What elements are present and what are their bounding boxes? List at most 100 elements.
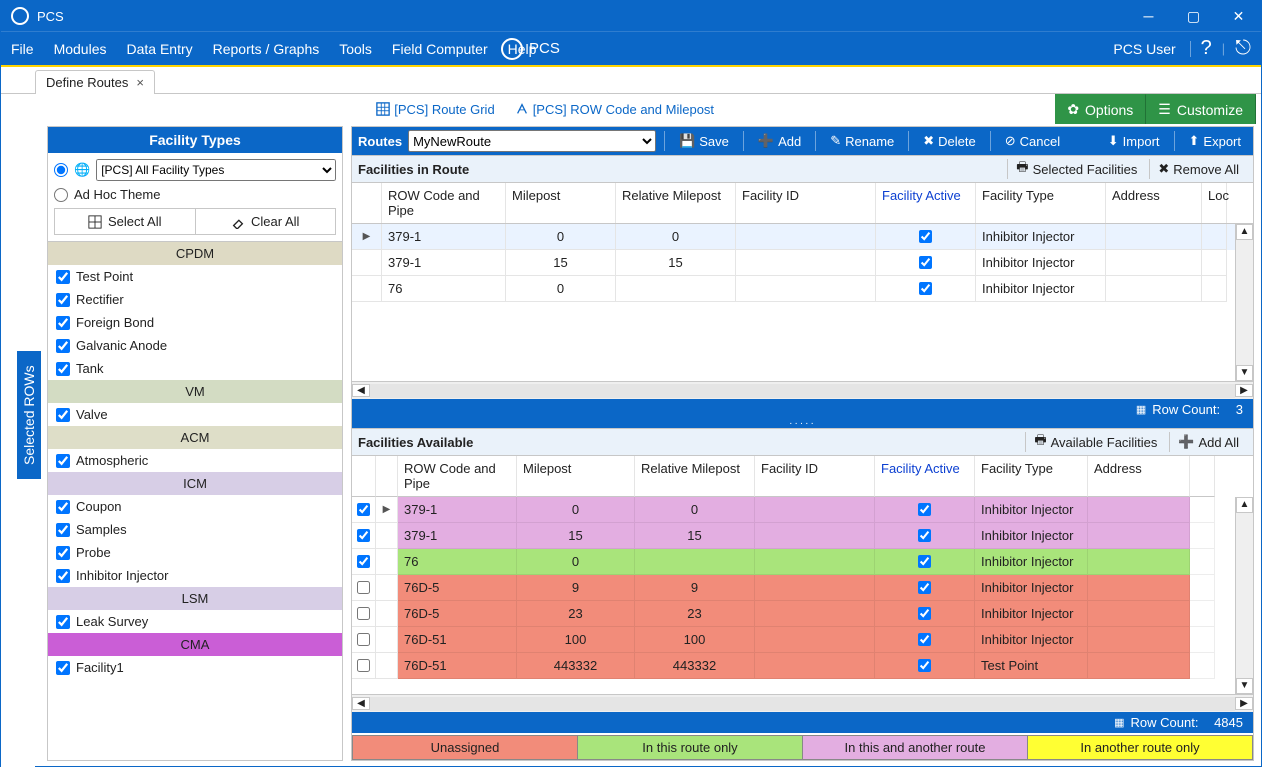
table-row[interactable]: 379-11515Inhibitor Injector: [352, 523, 1253, 549]
facility-checkbox[interactable]: [56, 270, 70, 284]
column-milepost[interactable]: Milepost: [517, 456, 635, 497]
column-facility-type[interactable]: Facility Type: [975, 456, 1088, 497]
menu-tools[interactable]: Tools: [329, 41, 382, 57]
menu-data-entry[interactable]: Data Entry: [116, 41, 202, 57]
active-checkbox[interactable]: [918, 633, 931, 646]
logout-icon[interactable]: ⎋: [1235, 37, 1251, 60]
active-checkbox[interactable]: [918, 659, 931, 672]
maximize-button[interactable]: ▢: [1171, 1, 1216, 31]
facility-checkbox[interactable]: [56, 316, 70, 330]
facility-checkbox[interactable]: [56, 339, 70, 353]
facility-item-test-point[interactable]: Test Point: [48, 265, 342, 288]
row-select-checkbox[interactable]: [352, 523, 376, 549]
facility-item-inhibitor-injector[interactable]: Inhibitor Injector: [48, 564, 342, 587]
scrollbar-horizontal[interactable]: [370, 697, 1235, 711]
clear-all-button[interactable]: Clear All: [196, 209, 336, 234]
column-address[interactable]: Address: [1106, 183, 1202, 223]
column-address[interactable]: Address: [1088, 456, 1190, 497]
facility-item-galvanic-anode[interactable]: Galvanic Anode: [48, 334, 342, 357]
scroll-right-icon[interactable]: ▶: [1235, 697, 1253, 710]
facility-item-valve[interactable]: Valve: [48, 403, 342, 426]
row-select-checkbox[interactable]: [352, 601, 376, 627]
table-row[interactable]: 760Inhibitor Injector: [352, 549, 1253, 575]
table-row[interactable]: 76D-51100100Inhibitor Injector: [352, 627, 1253, 653]
row-select-checkbox[interactable]: [352, 497, 376, 523]
facility-item-coupon[interactable]: Coupon: [48, 495, 342, 518]
add-all-button[interactable]: ➕Add All: [1169, 432, 1247, 452]
facility-checkbox[interactable]: [56, 661, 70, 675]
active-checkbox[interactable]: [919, 230, 932, 243]
facility-item-probe[interactable]: Probe: [48, 541, 342, 564]
scroll-left-icon[interactable]: ◀: [352, 697, 370, 710]
column-loc[interactable]: Loc: [1202, 183, 1227, 223]
adhoc-theme-radio[interactable]: [54, 188, 68, 202]
facility-checkbox[interactable]: [56, 500, 70, 514]
column-facility-id[interactable]: Facility ID: [736, 183, 876, 223]
column-facility-type[interactable]: Facility Type: [976, 183, 1106, 223]
cell-facility-active[interactable]: [875, 653, 975, 679]
scroll-down-icon[interactable]: ▼: [1236, 678, 1253, 694]
active-checkbox[interactable]: [919, 282, 932, 295]
table-row[interactable]: 760Inhibitor Injector: [352, 276, 1253, 302]
column-row-code-and-pipe[interactable]: ROW Code and Pipe: [398, 456, 517, 497]
route-grid-link[interactable]: [PCS] Route Grid: [376, 102, 494, 117]
facility-item-leak-survey[interactable]: Leak Survey: [48, 610, 342, 633]
close-button[interactable]: ✕: [1216, 1, 1261, 31]
menu-file[interactable]: File: [1, 41, 44, 57]
scroll-up-icon[interactable]: ▲: [1236, 497, 1253, 513]
cell-facility-active[interactable]: [875, 627, 975, 653]
column-facility-id[interactable]: Facility ID: [755, 456, 875, 497]
import-button[interactable]: ⬇Import: [1102, 133, 1166, 149]
facility-item-foreign-bond[interactable]: Foreign Bond: [48, 311, 342, 334]
options-button[interactable]: ✿ Options: [1055, 94, 1146, 124]
scroll-up-icon[interactable]: ▲: [1236, 224, 1253, 240]
add-button[interactable]: ➕Add: [752, 133, 807, 149]
facility-item-facility1[interactable]: Facility1: [48, 656, 342, 679]
column-relative-milepost[interactable]: Relative Milepost: [635, 456, 755, 497]
table-row[interactable]: ▶379-100Inhibitor Injector: [352, 497, 1253, 523]
remove-all-button[interactable]: ✖Remove All: [1149, 159, 1247, 179]
selected-facilities-button[interactable]: 🖶Selected Facilities: [1007, 159, 1145, 179]
row-select-checkbox[interactable]: [352, 575, 376, 601]
facility-checkbox[interactable]: [56, 408, 70, 422]
facility-item-samples[interactable]: Samples: [48, 518, 342, 541]
column-row-code-and-pipe[interactable]: ROW Code and Pipe: [382, 183, 506, 223]
save-button[interactable]: 💾Save: [673, 133, 735, 149]
cell-facility-active[interactable]: [876, 224, 976, 250]
cell-facility-active[interactable]: [875, 523, 975, 549]
facility-checkbox[interactable]: [56, 293, 70, 307]
table-row[interactable]: 76D-51443332443332Test Point: [352, 653, 1253, 679]
help-icon[interactable]: ?: [1201, 37, 1212, 60]
table-row[interactable]: ▶379-100Inhibitor Injector: [352, 224, 1253, 250]
facility-checkbox[interactable]: [56, 454, 70, 468]
select-all-button[interactable]: Select All: [55, 209, 196, 234]
available-facilities-button[interactable]: 🖶Available Facilities: [1025, 432, 1165, 452]
active-checkbox[interactable]: [919, 256, 932, 269]
table-row[interactable]: 379-11515Inhibitor Injector: [352, 250, 1253, 276]
active-checkbox[interactable]: [918, 581, 931, 594]
rename-button[interactable]: ✎Rename: [824, 133, 900, 149]
active-checkbox[interactable]: [918, 607, 931, 620]
table-row[interactable]: 76D-52323Inhibitor Injector: [352, 601, 1253, 627]
active-checkbox[interactable]: [918, 503, 931, 516]
export-button[interactable]: ⬆Export: [1183, 133, 1247, 149]
cell-facility-active[interactable]: [876, 276, 976, 302]
facility-item-rectifier[interactable]: Rectifier: [48, 288, 342, 311]
facility-checkbox[interactable]: [56, 523, 70, 537]
scroll-left-icon[interactable]: ◀: [352, 384, 370, 397]
table-row[interactable]: 76D-599Inhibitor Injector: [352, 575, 1253, 601]
facility-item-atmospheric[interactable]: Atmospheric: [48, 449, 342, 472]
minimize-button[interactable]: ─: [1126, 1, 1171, 31]
cell-facility-active[interactable]: [876, 250, 976, 276]
menu-reports-graphs[interactable]: Reports / Graphs: [203, 41, 330, 57]
cancel-button[interactable]: ⊘Cancel: [999, 133, 1066, 149]
row-select-checkbox[interactable]: [352, 653, 376, 679]
all-facility-types-radio[interactable]: [54, 163, 68, 177]
facility-checkbox[interactable]: [56, 615, 70, 629]
row-select-checkbox[interactable]: [352, 627, 376, 653]
facility-types-dropdown[interactable]: [PCS] All Facility Types: [96, 159, 336, 181]
facility-checkbox[interactable]: [56, 546, 70, 560]
cell-facility-active[interactable]: [875, 549, 975, 575]
row-code-link[interactable]: [PCS] ROW Code and Milepost: [515, 102, 714, 117]
menu-field-computer[interactable]: Field Computer: [382, 41, 498, 57]
